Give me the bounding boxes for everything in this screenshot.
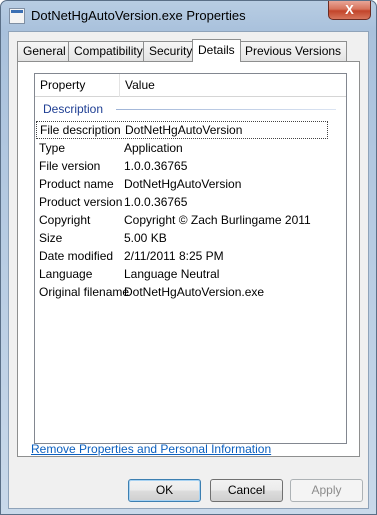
property-value: DotNetHgAutoVersion — [124, 177, 242, 191]
dialog-client-area: General Compatibility Security Details P… — [8, 31, 369, 509]
list-item[interactable]: File description DotNetHgAutoVersion — [36, 121, 328, 139]
property-name: Copyright — [39, 213, 91, 227]
property-value: Application — [124, 141, 183, 155]
list-item[interactable]: Product version 1.0.0.36765 — [35, 193, 346, 211]
listview-header: Property Value — [35, 74, 346, 97]
list-item[interactable]: Type Application — [35, 139, 346, 157]
property-value: DotNetHgAutoVersion — [125, 123, 243, 137]
property-name: Date modified — [39, 249, 114, 263]
property-value: 5.00 KB — [124, 231, 167, 245]
group-divider — [116, 109, 336, 110]
tab-general[interactable]: General — [17, 41, 72, 61]
tab-compatibility[interactable]: Compatibility — [68, 41, 149, 61]
tab-security[interactable]: Security — [143, 41, 199, 61]
property-value: 1.0.0.36765 — [124, 195, 188, 209]
list-item[interactable]: Size 5.00 KB — [35, 229, 346, 247]
column-header-value[interactable]: Value — [120, 74, 346, 97]
property-name: Product version — [39, 195, 123, 209]
property-value: 1.0.0.36765 — [124, 159, 188, 173]
ok-button[interactable]: OK — [128, 479, 201, 502]
property-name: File description — [40, 123, 121, 137]
property-name: Language — [39, 267, 93, 281]
details-listview[interactable]: Property Value Description File descript… — [34, 73, 347, 444]
list-item[interactable]: Copyright Copyright © Zach Burlingame 20… — [35, 211, 346, 229]
apply-button[interactable]: Apply — [290, 479, 363, 502]
list-item[interactable]: Language Language Neutral — [35, 265, 346, 283]
list-item[interactable]: Date modified 2/11/2011 8:25 PM — [35, 247, 346, 265]
property-value: 2/11/2011 8:25 PM — [124, 249, 224, 263]
property-name: Product name — [39, 177, 114, 191]
property-value: Language Neutral — [124, 267, 220, 281]
property-name: Size — [39, 231, 63, 245]
list-item[interactable]: File version 1.0.0.36765 — [35, 157, 346, 175]
window-title: DotNetHgAutoVersion.exe Properties — [31, 8, 246, 23]
remove-properties-link[interactable]: Remove Properties and Personal Informati… — [31, 442, 271, 456]
property-value: Copyright © Zach Burlingame 2011 — [124, 213, 311, 227]
property-value: DotNetHgAutoVersion.exe — [124, 285, 265, 299]
tab-details[interactable]: Details — [192, 39, 241, 62]
details-panel: Property Value Description File descript… — [17, 61, 360, 457]
group-label: Description — [43, 102, 104, 116]
application-icon — [9, 8, 25, 24]
close-button[interactable]: X — [328, 1, 371, 20]
group-header-description: Description — [40, 99, 340, 119]
tab-previous-versions[interactable]: Previous Versions — [239, 41, 348, 61]
column-header-property[interactable]: Property — [35, 74, 120, 97]
list-item[interactable]: Product name DotNetHgAutoVersion — [35, 175, 346, 193]
properties-window: DotNetHgAutoVersion.exe Properties X Gen… — [0, 0, 377, 515]
list-item[interactable]: Original filename DotNetHgAutoVersion.ex… — [35, 283, 346, 301]
property-name: Original filename — [39, 285, 130, 299]
title-bar[interactable]: DotNetHgAutoVersion.exe Properties X — [1, 1, 376, 31]
property-name: Type — [39, 141, 66, 155]
property-name: File version — [39, 159, 101, 173]
cancel-button[interactable]: Cancel — [210, 479, 283, 502]
